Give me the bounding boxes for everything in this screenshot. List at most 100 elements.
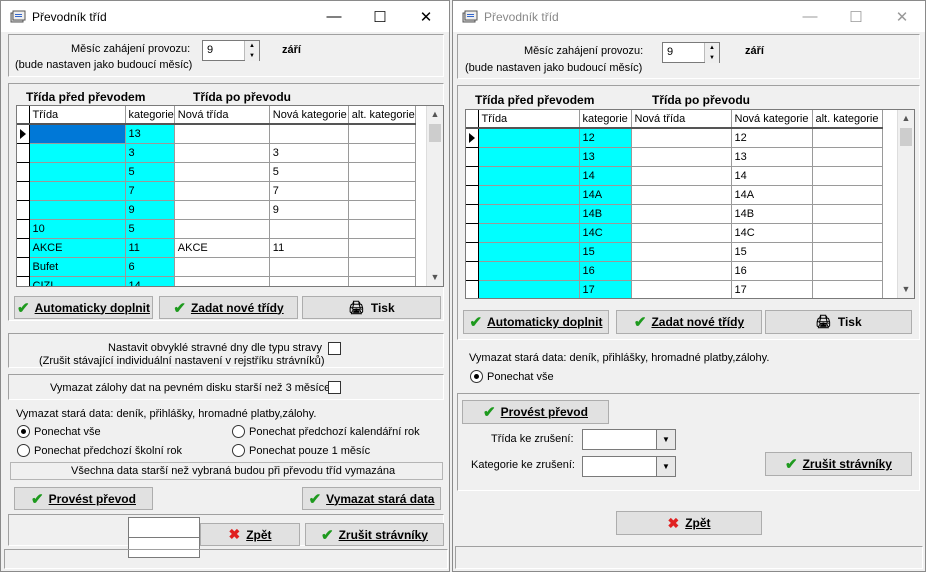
grid-cell[interactable]	[174, 143, 270, 163]
row-indicator[interactable]	[17, 143, 30, 163]
title-bar[interactable]: Převodník tříd — ☐ ✕	[1, 1, 449, 32]
table-row[interactable]: CIZI 14	[17, 276, 416, 286]
keep-all-radio[interactable]	[470, 370, 483, 383]
col-header-alt-category[interactable]: alt. kategorie	[812, 110, 883, 129]
grid-cell[interactable]	[348, 276, 416, 286]
grid-cell[interactable]	[174, 181, 270, 201]
col-header-new-class[interactable]: Nová třída	[174, 106, 270, 125]
col-header-category[interactable]: kategorie	[125, 106, 175, 125]
row-indicator[interactable]	[466, 166, 479, 186]
grid-cell[interactable]: 14C	[731, 223, 813, 243]
dropdown-arrow-icon[interactable]: ▼	[656, 456, 676, 477]
table-row[interactable]: 13	[17, 124, 416, 144]
grid-cell[interactable]: 13	[125, 124, 175, 144]
dropdown-arrow-icon[interactable]: ▼	[656, 429, 676, 450]
col-header-alt-category[interactable]: alt. kategorie	[348, 106, 416, 125]
grid-cell[interactable]: 12	[579, 128, 632, 148]
grid-cell[interactable]: Bufet	[29, 257, 126, 277]
grid-cell[interactable]	[269, 257, 349, 277]
grid-cell[interactable]	[478, 128, 580, 148]
grid-cell[interactable]	[348, 181, 416, 201]
grid-cell[interactable]: 9	[125, 200, 175, 220]
row-indicator[interactable]	[17, 200, 30, 220]
grid-cell[interactable]: 7	[125, 181, 175, 201]
grid-cell[interactable]	[269, 219, 349, 239]
grid-cell[interactable]: 3	[125, 143, 175, 163]
grid-cell[interactable]	[631, 128, 732, 148]
grid-cell[interactable]: 5	[269, 162, 349, 182]
grid-cell[interactable]	[348, 162, 416, 182]
grid-cell[interactable]	[348, 124, 416, 144]
back-button[interactable]: ✖ Zpět	[616, 511, 762, 535]
delete-backups-checkbox[interactable]	[328, 381, 341, 394]
grid-cell[interactable]	[812, 147, 883, 167]
grid-cell[interactable]	[812, 242, 883, 262]
grid-cell[interactable]: 5	[125, 162, 175, 182]
grid-cell[interactable]	[29, 124, 126, 144]
spin-up-icon[interactable]: ▲	[705, 43, 719, 53]
grid-cell[interactable]	[812, 128, 883, 148]
do-transfer-button[interactable]: ✔ Provést převod	[14, 487, 153, 510]
table-row[interactable]: 13 13	[466, 147, 883, 167]
back-button[interactable]: ✖ Zpět	[200, 523, 300, 546]
auto-fill-button[interactable]: ✔ Automaticky doplnit	[14, 296, 153, 319]
category-to-cancel-combo[interactable]: ▼	[582, 456, 676, 477]
keep-one-month-radio[interactable]	[232, 444, 245, 457]
maximize-icon[interactable]: ☐	[357, 1, 403, 32]
row-indicator[interactable]	[466, 147, 479, 167]
col-header-new-category[interactable]: Nová kategorie	[731, 110, 813, 129]
grid-cell[interactable]	[348, 143, 416, 163]
table-row[interactable]: 14C 14C	[466, 223, 883, 243]
grid-cell[interactable]: 7	[269, 181, 349, 201]
spin-down-icon[interactable]: ▼	[705, 53, 719, 63]
grid-cell[interactable]	[478, 166, 580, 186]
start-month-spinner[interactable]: 9 ▲ ▼	[202, 40, 260, 61]
table-row[interactable]: 10 5	[17, 219, 416, 239]
grid-cell[interactable]	[812, 166, 883, 186]
grid-cell[interactable]	[348, 238, 416, 258]
close-icon[interactable]: ✕	[403, 1, 449, 32]
delete-old-button[interactable]: ✔ Vymazat stará data	[302, 487, 441, 510]
blank-field-1[interactable]	[128, 517, 200, 538]
grid-cell[interactable]	[174, 276, 270, 286]
grid-cell[interactable]: 12	[731, 128, 813, 148]
table-row[interactable]: 14 14	[466, 166, 883, 186]
grid-cell[interactable]	[631, 147, 732, 167]
row-indicator[interactable]	[466, 280, 479, 298]
grid-cell[interactable]: 10	[29, 219, 126, 239]
spin-down-icon[interactable]: ▼	[245, 51, 259, 61]
grid-cell[interactable]: 11	[125, 238, 175, 258]
grid-cell[interactable]: 13	[579, 147, 632, 167]
class-grid[interactable]: Třída kategorie Nová třída Nová kategori…	[16, 105, 444, 287]
grid-cell[interactable]: 14B	[579, 204, 632, 224]
grid-scrollbar[interactable]: ▲ ▼	[426, 106, 443, 286]
cancel-diners-button[interactable]: ✔ Zrušit strávníky	[765, 452, 912, 476]
keep-all-radio[interactable]	[17, 425, 30, 438]
grid-cell[interactable]: 16	[579, 261, 632, 281]
grid-cell[interactable]: 17	[579, 280, 632, 298]
minimize-icon[interactable]: —	[787, 1, 833, 32]
grid-cell[interactable]: 14A	[731, 185, 813, 205]
grid-cell[interactable]: 11	[269, 238, 349, 258]
row-indicator[interactable]	[466, 185, 479, 205]
grid-cell[interactable]	[631, 280, 732, 298]
table-row[interactable]: 77	[17, 181, 416, 201]
class-to-cancel-combo[interactable]: ▼	[582, 429, 676, 450]
maximize-icon[interactable]: ☐	[833, 1, 879, 32]
minimize-icon[interactable]: —	[311, 1, 357, 32]
start-month-spinner[interactable]: 9 ▲ ▼	[662, 42, 720, 63]
col-header-new-class[interactable]: Nová třída	[631, 110, 732, 129]
grid-cell[interactable]	[812, 280, 883, 298]
grid-cell[interactable]: 6	[125, 257, 175, 277]
grid-cell[interactable]: 17	[731, 280, 813, 298]
grid-cell[interactable]: 14B	[731, 204, 813, 224]
grid-cell[interactable]	[348, 200, 416, 220]
scroll-up-icon[interactable]: ▲	[427, 106, 443, 123]
grid-cell[interactable]	[174, 219, 270, 239]
grid-cell[interactable]: CIZI	[29, 276, 126, 286]
row-indicator[interactable]	[17, 124, 30, 144]
grid-cell[interactable]	[812, 261, 883, 281]
grid-cell[interactable]	[631, 185, 732, 205]
row-indicator[interactable]	[17, 257, 30, 277]
close-icon[interactable]: ✕	[879, 1, 925, 32]
